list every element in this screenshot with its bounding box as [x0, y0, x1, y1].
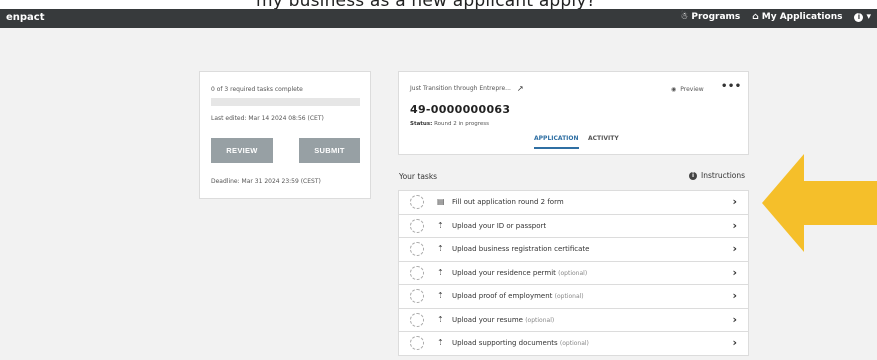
preview-button[interactable]: ◉ Preview [671, 86, 704, 93]
chevron-right-icon: › [732, 312, 737, 326]
more-options-button[interactable]: ••• [721, 81, 742, 92]
external-link-icon: ↗ [516, 84, 524, 93]
status-label: Status: [410, 121, 433, 127]
info-icon: i [854, 12, 864, 22]
program-title: Just Transition through Entrepre... [410, 85, 511, 92]
review-button[interactable]: REVIEW [211, 138, 273, 163]
task-row[interactable]: ▤ Fill out application round 2 form › [398, 190, 749, 215]
chevron-right-icon: › [732, 195, 737, 208]
upload-icon: ⇡ [437, 267, 444, 277]
nav-programs[interactable]: ☃ Programs [680, 12, 740, 22]
instructions-label: Instructions [701, 171, 746, 180]
top-navbar: enpact ☃ Programs ⌂ My Applications i ▾ [0, 9, 877, 28]
task-row[interactable]: ⇡ Upload supporting documents (optional)… [398, 331, 749, 356]
task-label: Upload proof of employment (optional) [452, 292, 584, 300]
info-icon: i [689, 171, 697, 180]
chevron-right-icon: › [732, 218, 737, 232]
home-icon: ⌂ [752, 12, 759, 22]
task-label: Upload business registration certificate [452, 245, 590, 253]
task-status-icon [410, 265, 424, 280]
task-label: Upload your ID or passport [452, 221, 547, 230]
task-status-icon [410, 195, 424, 209]
eye-icon: ◉ [671, 86, 677, 93]
task-status-icon [410, 242, 424, 256]
instructions-link[interactable]: i Instructions [689, 171, 745, 180]
tasks-complete-text: 0 of 3 required tasks complete [211, 86, 303, 93]
status-value: Round 2 in progress [434, 121, 489, 127]
chevron-down-icon: ▾ [866, 12, 871, 22]
nav-my-applications-label: My Applications [761, 12, 843, 22]
task-list: ▤ Fill out application round 2 form › ⇡ … [398, 190, 749, 356]
nav-links: ☃ Programs ⌂ My Applications i ▾ [680, 12, 871, 22]
task-label: Upload your residence permit (optional) [452, 268, 588, 277]
tab-application[interactable]: APPLICATION [534, 135, 579, 149]
task-label: Upload your resume (optional) [452, 315, 555, 324]
upload-icon: ⇡ [437, 314, 444, 324]
nav-my-applications[interactable]: ⌂ My Applications [752, 12, 842, 22]
upload-icon: ⇡ [437, 244, 444, 253]
last-edited-text: Last edited: Mar 14 2024 08:56 (CET) [211, 115, 324, 122]
upload-icon: ⇡ [437, 291, 444, 300]
task-status-icon [410, 218, 424, 233]
tasks-progress-bar [211, 98, 360, 106]
nav-info-menu[interactable]: i ▾ [854, 12, 871, 22]
nav-programs-label: Programs [691, 12, 741, 22]
tasks-heading: Your tasks [399, 172, 438, 181]
task-row[interactable]: ⇡ Upload your resume (optional) › [398, 307, 749, 332]
task-row[interactable]: ⇡ Upload your ID or passport › [398, 213, 749, 238]
preview-label: Preview [680, 86, 704, 93]
upload-icon: ⇡ [437, 220, 444, 230]
brand-logo[interactable]: enpact [6, 12, 45, 23]
task-status-icon [410, 289, 424, 303]
task-label: Upload supporting documents (optional) [452, 339, 589, 347]
highlight-arrow-icon [762, 154, 877, 252]
application-number: 49-0000000063 [410, 103, 511, 116]
submit-button[interactable]: SUBMIT [299, 138, 360, 163]
task-row[interactable]: ⇡ Upload proof of employment (optional) … [398, 284, 749, 309]
task-row[interactable]: ⇡ Upload your residence permit (optional… [398, 260, 749, 285]
program-title-link[interactable]: Just Transition through Entrepre... ↗ [410, 84, 524, 93]
application-status-card: 0 of 3 required tasks complete Last edit… [199, 71, 371, 199]
chevron-right-icon: › [732, 242, 737, 255]
deadline-text: Deadline: Mar 31 2024 23:59 (CEST) [211, 178, 321, 185]
chevron-right-icon: › [732, 289, 737, 302]
chevron-right-icon: › [732, 265, 737, 279]
application-status: Status: Round 2 in progress [410, 121, 489, 127]
arrow-shape [762, 154, 877, 252]
task-status-icon [410, 336, 424, 350]
task-row[interactable]: ⇡ Upload business registration certifica… [398, 237, 749, 262]
banner-text: my business as a new applicant apply? [256, 0, 596, 9]
task-status-icon [410, 312, 424, 327]
people-icon: ☃ [680, 12, 689, 22]
upload-icon: ⇡ [437, 338, 444, 347]
tab-activity[interactable]: ACTIVITY [588, 135, 619, 149]
task-label: Fill out application round 2 form [452, 198, 564, 206]
chevron-right-icon: › [732, 336, 737, 349]
application-summary-card: Just Transition through Entrepre... ↗ ◉ … [398, 71, 749, 155]
form-icon: ▤ [437, 197, 445, 206]
page-banner: my business as a new applicant apply? [0, 0, 877, 9]
